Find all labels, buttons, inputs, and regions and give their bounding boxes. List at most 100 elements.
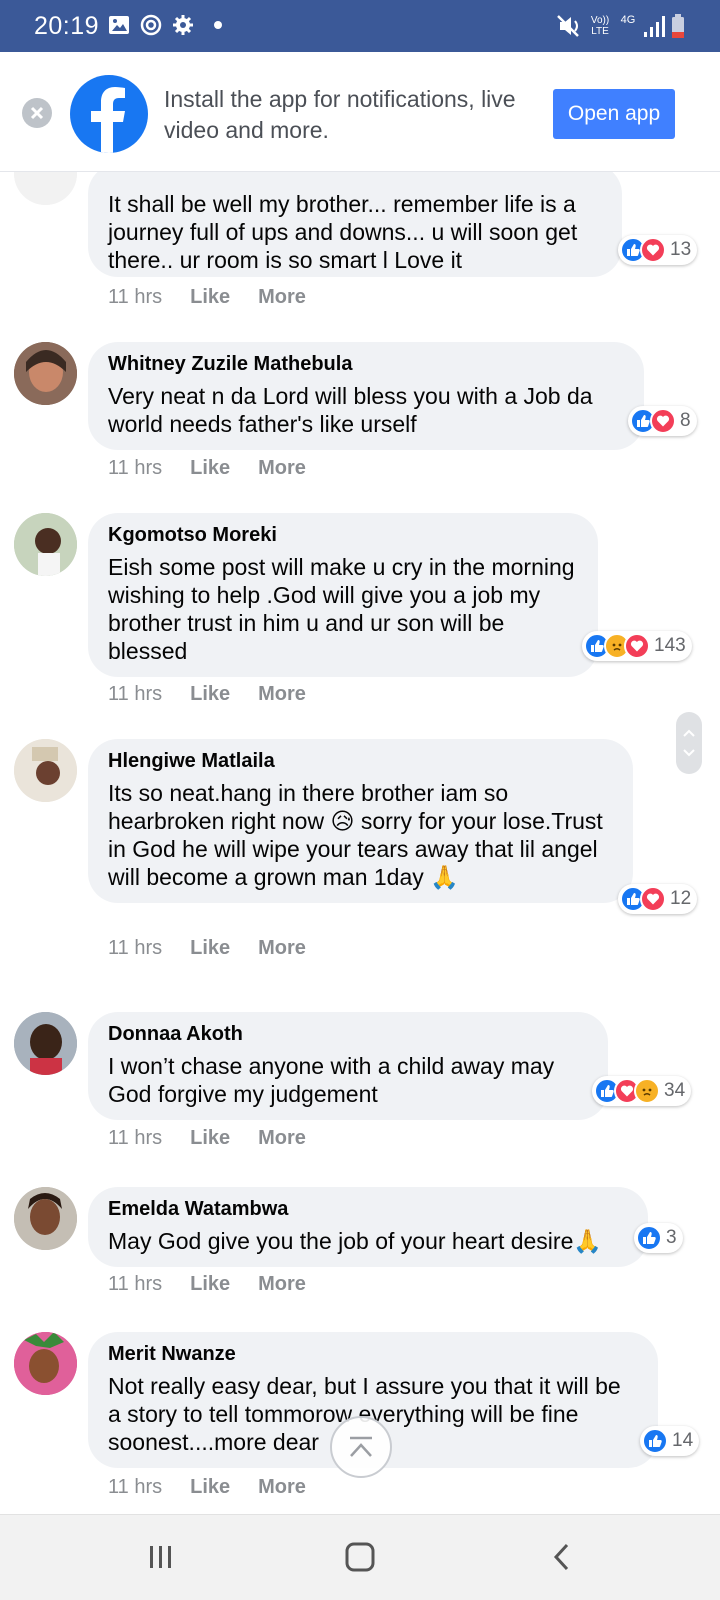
comment-time: 11 hrs: [108, 1273, 163, 1295]
comment-bubble[interactable]: It shall be well my brother... remember …: [88, 172, 622, 277]
reaction-count: 12: [670, 888, 692, 909]
avatar[interactable]: [14, 172, 77, 205]
commenter-name[interactable]: Emelda Watambwa: [108, 1197, 628, 1221]
avatar[interactable]: [14, 739, 77, 802]
comment-text: It shall be well my brother... remember …: [108, 191, 578, 273]
comment-text: Its so neat.hang in there brother iam so…: [108, 780, 603, 890]
mute-vibrate-icon: [557, 15, 579, 37]
avatar[interactable]: [14, 1187, 77, 1250]
image-icon: [109, 16, 129, 34]
volte-label: Vo)) LTE: [590, 15, 610, 37]
comment-actions: 11 hrs Like More: [108, 286, 334, 309]
open-app-button[interactable]: Open app: [553, 89, 675, 139]
home-button[interactable]: [338, 1537, 382, 1577]
recent-apps-button[interactable]: [139, 1537, 183, 1577]
comment-text: Very neat n da Lord will bless you with …: [108, 383, 593, 437]
commenter-name[interactable]: Hlengiwe Matlaila: [108, 749, 613, 773]
signal-bars-icon: [644, 16, 665, 37]
comment-bubble[interactable]: Kgomotso Moreki Eish some post will make…: [88, 513, 598, 677]
avatar[interactable]: [14, 513, 77, 576]
comment-time: 11 hrs: [108, 286, 163, 308]
comment-text: May God give you the job of your heart d…: [108, 1228, 603, 1254]
comment-text: I won’t chase anyone with a child away m…: [108, 1053, 555, 1107]
reaction-count: 13: [670, 239, 692, 260]
reaction-summary[interactable]: 13: [618, 235, 698, 265]
fast-scroll-handle[interactable]: [676, 712, 702, 774]
avatar[interactable]: [14, 342, 77, 405]
reaction-count: 143: [654, 635, 686, 656]
comment-time: 11 hrs: [108, 937, 163, 959]
notification-dot-icon: [214, 21, 222, 29]
recent-apps-icon: [150, 1546, 171, 1568]
scroll-to-top-button[interactable]: [330, 1416, 392, 1478]
back-chevron-icon: [553, 1543, 569, 1571]
banner-message: Install the app for notifications, live …: [164, 86, 516, 143]
comment-bubble[interactable]: Whitney Zuzile Mathebula Very neat n da …: [88, 342, 644, 450]
comment-bubble[interactable]: Emelda Watambwa May God give you the job…: [88, 1187, 648, 1267]
comment-time: 11 hrs: [108, 1476, 163, 1498]
more-button[interactable]: More: [258, 937, 306, 960]
comment-actions: 11 hrs Like More: [108, 457, 334, 480]
like-reaction-icon: [642, 1428, 668, 1454]
sync-icon: [140, 14, 162, 36]
like-button[interactable]: Like: [190, 286, 230, 309]
more-button[interactable]: More: [258, 1127, 306, 1150]
status-time: 20:19: [34, 12, 100, 40]
facebook-logo-icon: [70, 75, 148, 153]
reaction-summary[interactable]: 34: [592, 1076, 692, 1106]
reaction-count: 34: [664, 1080, 686, 1101]
more-button[interactable]: More: [258, 457, 306, 480]
more-button[interactable]: More: [258, 286, 306, 309]
reaction-count: 3: [666, 1227, 677, 1248]
comment-text: Eish some post will make u cry in the mo…: [108, 554, 575, 664]
comment-time: 11 hrs: [108, 683, 163, 705]
commenter-name[interactable]: Whitney Zuzile Mathebula: [108, 352, 624, 376]
comment-actions: 11 hrs Like More: [108, 937, 334, 960]
commenter-name[interactable]: Merit Nwanze: [108, 1342, 638, 1366]
comment-actions: 11 hrs Like More: [108, 1127, 334, 1150]
love-reaction-icon: [650, 408, 676, 434]
love-reaction-icon: [640, 237, 666, 263]
like-reaction-icon: [636, 1225, 662, 1251]
banner-close-button[interactable]: [22, 98, 52, 128]
comments-list[interactable]: It shall be well my brother... remember …: [0, 172, 720, 1514]
more-button[interactable]: More: [258, 683, 306, 706]
reaction-summary[interactable]: 8: [628, 406, 697, 436]
like-button[interactable]: Like: [190, 1127, 230, 1150]
reaction-summary[interactable]: 12: [618, 884, 698, 914]
commenter-name[interactable]: Donnaa Akoth: [108, 1022, 588, 1046]
commenter-name[interactable]: Kgomotso Moreki: [108, 523, 578, 547]
reaction-summary[interactable]: 14: [640, 1426, 700, 1456]
comment-actions: 11 hrs Like More: [108, 1273, 334, 1296]
reaction-summary[interactable]: 143: [582, 631, 692, 661]
close-icon: [30, 106, 44, 120]
network-4g-label: 4G: [620, 14, 636, 26]
back-button[interactable]: [540, 1537, 584, 1577]
status-bar: 20:19 Vo)) LTE 4G: [0, 0, 720, 52]
reaction-count: 8: [680, 410, 691, 431]
reaction-count: 14: [672, 1430, 694, 1451]
scroll-arrows-icon: [683, 729, 695, 757]
comment-time: 11 hrs: [108, 1127, 163, 1149]
like-button[interactable]: Like: [190, 1476, 230, 1499]
battery-icon: [672, 14, 684, 38]
love-reaction-icon: [640, 886, 666, 912]
home-icon: [345, 1542, 375, 1572]
system-navigation-bar: [0, 1514, 720, 1600]
comment-actions: 11 hrs Like More: [108, 683, 334, 706]
chevron-up-icon: [350, 1436, 372, 1457]
like-button[interactable]: Like: [190, 937, 230, 960]
love-reaction-icon: [624, 633, 650, 659]
like-button[interactable]: Like: [190, 1273, 230, 1296]
avatar[interactable]: [14, 1332, 77, 1395]
comment-bubble[interactable]: Hlengiwe Matlaila Its so neat.hang in th…: [88, 739, 633, 903]
like-button[interactable]: Like: [190, 457, 230, 480]
more-button[interactable]: More: [258, 1476, 306, 1499]
settings-gear-icon: [173, 15, 193, 35]
more-button[interactable]: More: [258, 1273, 306, 1296]
sad-reaction-icon: [634, 1078, 660, 1104]
avatar[interactable]: [14, 1012, 77, 1075]
like-button[interactable]: Like: [190, 683, 230, 706]
reaction-summary[interactable]: 3: [634, 1223, 683, 1253]
comment-bubble[interactable]: Donnaa Akoth I won’t chase anyone with a…: [88, 1012, 608, 1120]
